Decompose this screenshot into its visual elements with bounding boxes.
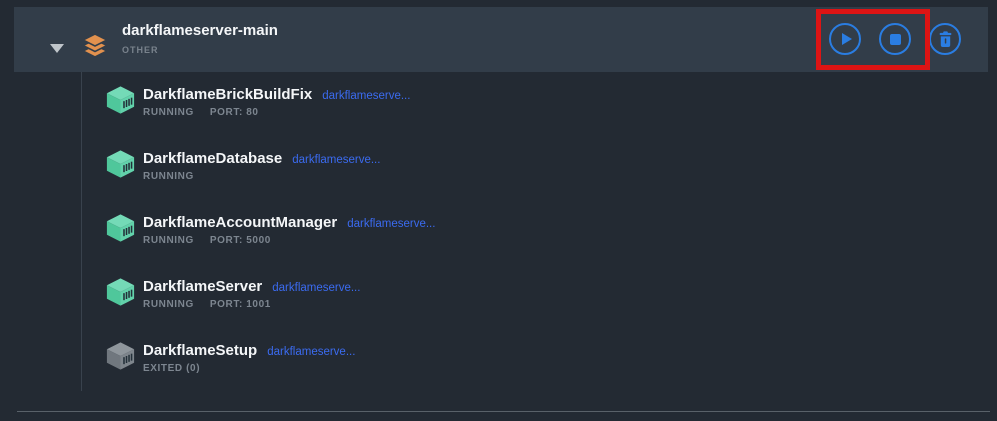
container-box-icon [104, 213, 137, 243]
container-list: DarkflameBrickBuildFix darkflameserve...… [0, 80, 997, 400]
container-image-link[interactable]: darkflameserve... [347, 218, 435, 230]
group-subtitle: OTHER [122, 45, 278, 55]
container-name: DarkflameBrickBuildFix [143, 86, 312, 103]
trash-icon [938, 31, 953, 48]
stack-group-header[interactable]: darkflameserver-main OTHER [14, 7, 988, 72]
container-row[interactable]: DarkflameServer darkflameserve... RUNNIN… [0, 272, 997, 336]
container-port: PORT: 5000 [210, 235, 271, 246]
container-name: DarkflameDatabase [143, 150, 282, 167]
stop-icon [890, 34, 901, 45]
container-box-icon [104, 341, 137, 371]
start-group-button[interactable] [829, 23, 861, 55]
collapse-caret-icon[interactable] [50, 44, 64, 53]
container-image-link[interactable]: darkflameserve... [272, 282, 360, 294]
play-icon [842, 33, 852, 45]
container-status: EXITED (0) [143, 363, 200, 374]
container-port: PORT: 1001 [210, 299, 271, 310]
container-image-link[interactable]: darkflameserve... [267, 346, 355, 358]
container-status: RUNNING [143, 107, 194, 118]
divider [17, 411, 990, 412]
container-port: PORT: 80 [210, 107, 259, 118]
group-actions [829, 23, 961, 55]
container-group-panel: darkflameserver-main OTHER [0, 0, 997, 421]
container-status: RUNNING [143, 171, 194, 182]
container-box-icon [104, 277, 137, 307]
container-name: DarkflameAccountManager [143, 214, 337, 231]
stop-group-button[interactable] [879, 23, 911, 55]
container-row[interactable]: DarkflameSetup darkflameserve... EXITED … [0, 336, 997, 400]
container-name: DarkflameSetup [143, 342, 257, 359]
group-title: darkflameserver-main [122, 21, 278, 40]
container-row[interactable]: DarkflameDatabase darkflameserve... RUNN… [0, 144, 997, 208]
container-status: RUNNING [143, 235, 194, 246]
container-box-icon [104, 85, 137, 115]
container-status: RUNNING [143, 299, 194, 310]
container-image-link[interactable]: darkflameserve... [322, 90, 410, 102]
container-row[interactable]: DarkflameBrickBuildFix darkflameserve...… [0, 80, 997, 144]
stack-layers-icon [81, 34, 109, 62]
delete-group-button[interactable] [929, 23, 961, 55]
container-name: DarkflameServer [143, 278, 262, 295]
container-image-link[interactable]: darkflameserve... [292, 154, 380, 166]
container-row[interactable]: DarkflameAccountManager darkflameserve..… [0, 208, 997, 272]
container-box-icon [104, 149, 137, 179]
